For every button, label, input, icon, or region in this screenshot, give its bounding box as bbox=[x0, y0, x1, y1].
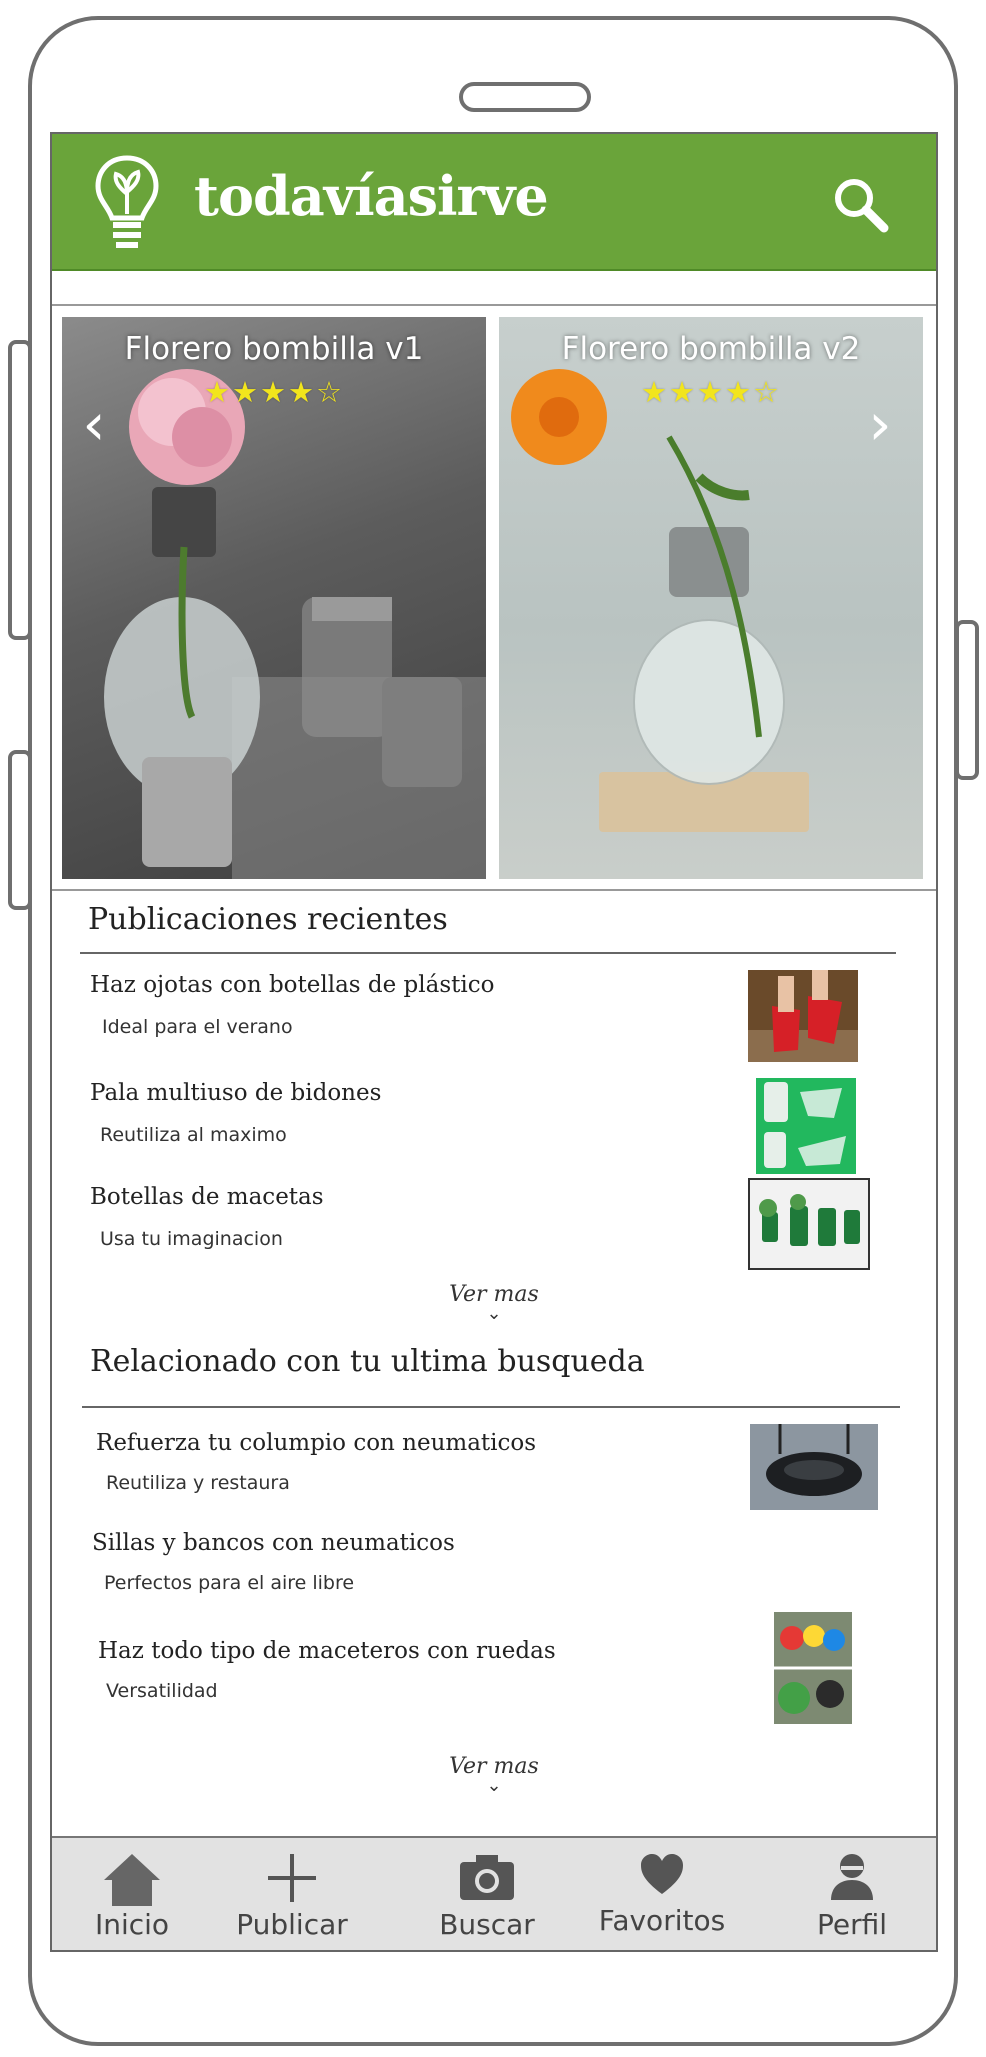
carousel-next-button[interactable]: › bbox=[860, 394, 900, 454]
list-item[interactable]: Refuerza tu columpio con neumaticos Reut… bbox=[52, 1424, 936, 1524]
item-thumbnail bbox=[748, 1178, 870, 1270]
divider bbox=[82, 1406, 900, 1408]
item-subtitle: Perfectos para el aire libre bbox=[104, 1572, 355, 1594]
item-subtitle: Versatilidad bbox=[106, 1680, 218, 1702]
list-item[interactable]: Botellas de macetas Usa tu imaginacion bbox=[52, 1178, 936, 1288]
section-title-related: Relacionado con tu ultima busqueda bbox=[90, 1344, 645, 1379]
nav-item-inicio[interactable]: Inicio bbox=[72, 1838, 192, 1950]
plus-icon bbox=[268, 1854, 316, 1902]
card-title: Florero bombilla v2 bbox=[561, 331, 861, 367]
phone-side-button bbox=[8, 340, 32, 640]
nav-label: Buscar bbox=[439, 1908, 535, 1941]
item-subtitle: Reutiliza y restaura bbox=[106, 1472, 290, 1494]
list-item[interactable]: Pala multiuso de bidones Reutiliza al ma… bbox=[52, 1074, 936, 1184]
list-item[interactable]: Haz ojotas con botellas de plástico Idea… bbox=[52, 964, 936, 1074]
camera-icon bbox=[460, 1855, 514, 1900]
star-rating: ★★★★☆ bbox=[204, 375, 344, 409]
nav-label: Inicio bbox=[94, 1908, 170, 1941]
item-subtitle: Ideal para el verano bbox=[102, 1016, 293, 1038]
phone-side-button bbox=[955, 620, 979, 780]
item-thumbnail bbox=[774, 1612, 852, 1724]
search-icon[interactable] bbox=[830, 174, 890, 234]
nav-item-publicar[interactable]: Publicar bbox=[222, 1838, 362, 1950]
divider bbox=[80, 952, 896, 954]
bottom-navigation: Inicio Publicar Buscar Favoritos Perfil bbox=[52, 1836, 936, 1950]
phone-speaker bbox=[459, 82, 591, 112]
item-subtitle: Usa tu imaginacion bbox=[100, 1228, 283, 1250]
divider bbox=[52, 889, 936, 891]
chevron-down-icon: ⌄ bbox=[486, 1775, 502, 1796]
carousel-prev-button[interactable]: ‹ bbox=[74, 394, 114, 454]
carousel-card[interactable]: Florero bombilla v1 ★★★★☆ bbox=[62, 317, 486, 879]
item-title: Pala multiuso de bidones bbox=[90, 1080, 382, 1106]
item-title: Haz todo tipo de maceteros con ruedas bbox=[98, 1638, 556, 1664]
list-item[interactable]: Sillas y bancos con neumaticos Perfectos… bbox=[52, 1526, 936, 1616]
divider bbox=[52, 304, 936, 306]
section-title-recent: Publicaciones recientes bbox=[88, 902, 448, 937]
item-title: Botellas de macetas bbox=[90, 1184, 324, 1210]
item-thumbnail bbox=[750, 1424, 878, 1510]
card-title: Florero bombilla v1 bbox=[124, 331, 424, 367]
item-thumbnail bbox=[756, 1078, 856, 1174]
heart-icon bbox=[641, 1854, 683, 1894]
nav-label: Favoritos bbox=[598, 1904, 726, 1937]
nav-item-perfil[interactable]: Perfil bbox=[792, 1838, 912, 1950]
nav-label: Perfil bbox=[816, 1908, 888, 1941]
nav-label: Publicar bbox=[236, 1908, 348, 1941]
nav-item-favoritos[interactable]: Favoritos bbox=[582, 1838, 742, 1950]
app-title: todavíasirve bbox=[194, 164, 549, 228]
home-icon bbox=[104, 1854, 160, 1906]
item-thumbnail bbox=[748, 970, 858, 1062]
phone-side-button bbox=[8, 750, 32, 910]
app-header: todavíasirve bbox=[52, 134, 936, 271]
lightbulb-icon bbox=[95, 155, 159, 248]
item-title: Haz ojotas con botellas de plástico bbox=[90, 972, 495, 998]
nav-item-buscar[interactable]: Buscar bbox=[427, 1838, 547, 1950]
app-screen: todavíasirve Florero bombilla v1 ★★★★☆ F… bbox=[50, 132, 938, 1952]
item-title: Refuerza tu columpio con neumaticos bbox=[96, 1430, 537, 1456]
item-title: Sillas y bancos con neumaticos bbox=[92, 1530, 455, 1556]
chevron-down-icon: ⌄ bbox=[486, 1303, 502, 1324]
ver-mas-button[interactable]: Ver mas ⌄ bbox=[52, 1754, 936, 1796]
user-icon bbox=[831, 1854, 873, 1900]
item-subtitle: Reutiliza al maximo bbox=[100, 1124, 287, 1146]
list-item[interactable]: Haz todo tipo de maceteros con ruedas Ve… bbox=[52, 1612, 936, 1744]
ver-mas-button[interactable]: Ver mas ⌄ bbox=[52, 1282, 936, 1324]
